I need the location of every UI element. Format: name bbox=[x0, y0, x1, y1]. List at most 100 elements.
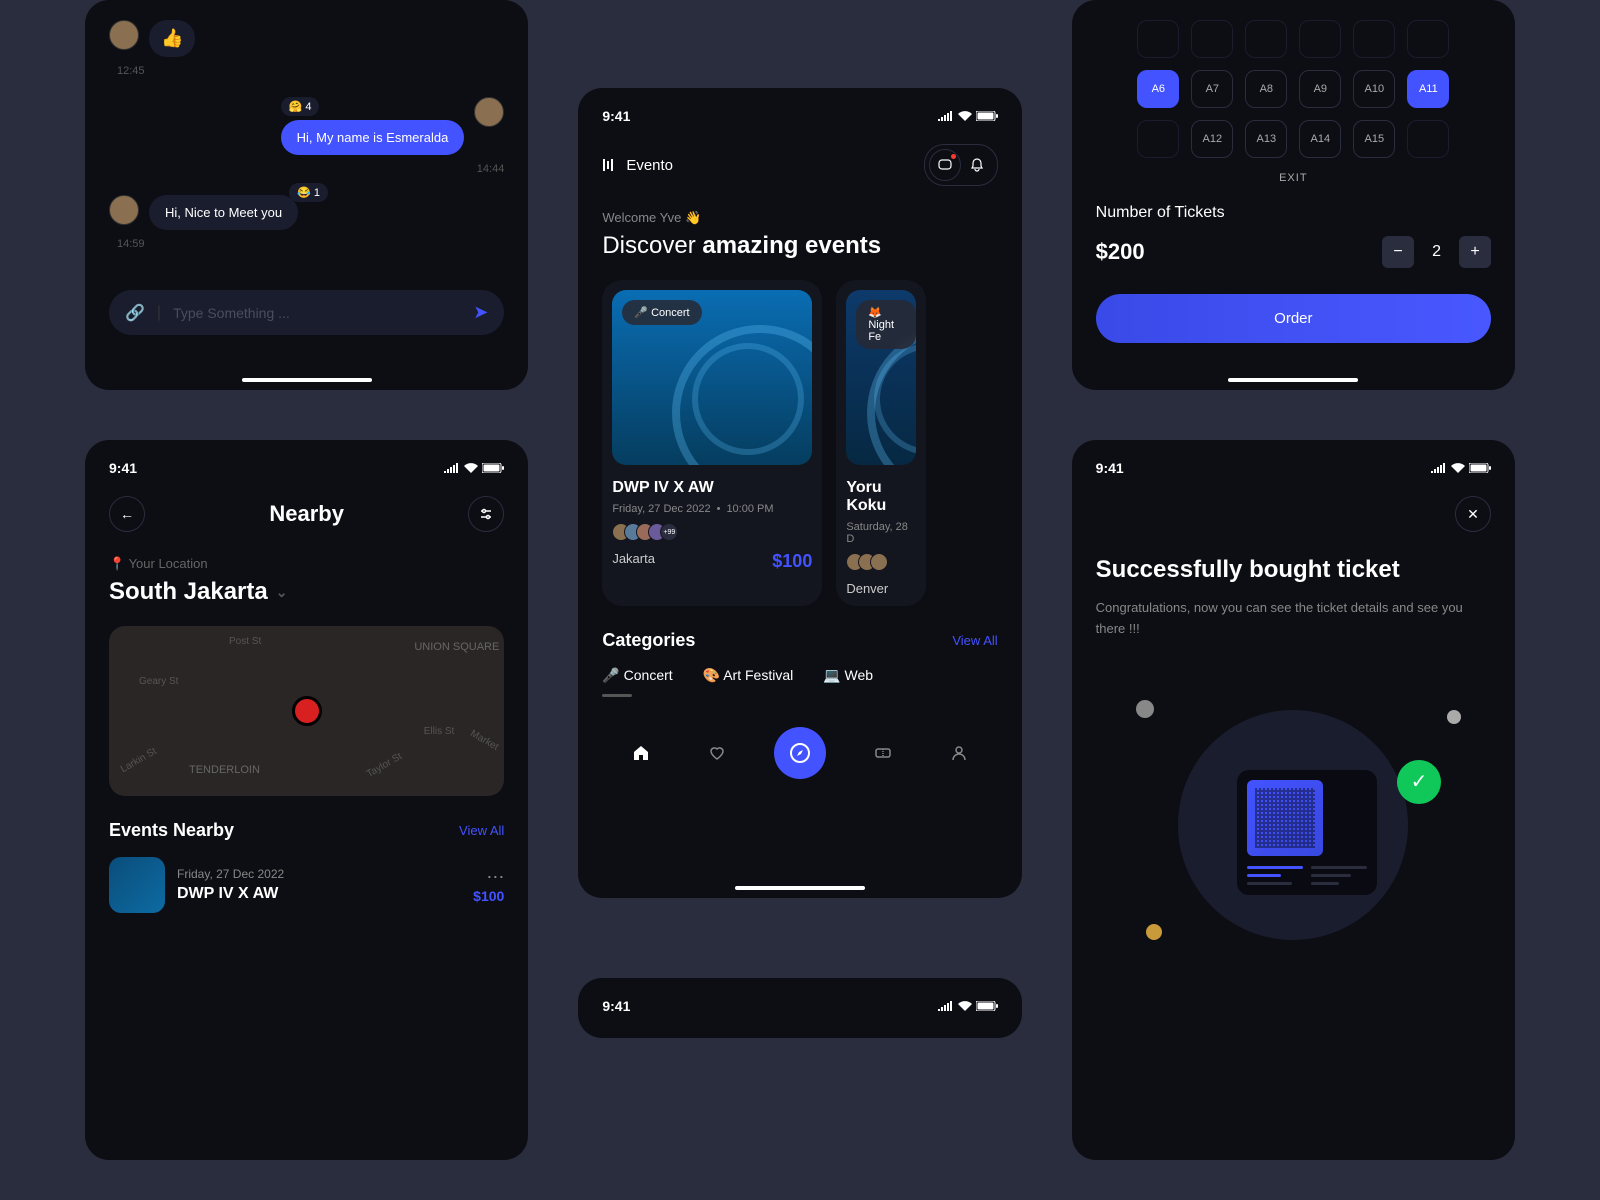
send-icon[interactable]: ➤ bbox=[473, 302, 488, 323]
nav-favorites[interactable] bbox=[697, 733, 737, 773]
seat-a7[interactable]: A7 bbox=[1191, 70, 1233, 108]
map[interactable]: Post St Geary St Ellis St Larkin St TEND… bbox=[109, 626, 504, 796]
section-title: Categories bbox=[602, 630, 695, 651]
attendee-avatars bbox=[846, 553, 916, 571]
seat bbox=[1137, 20, 1179, 58]
decrement-button[interactable]: − bbox=[1382, 236, 1414, 268]
discover-title: Discover amazing events bbox=[602, 232, 997, 260]
location-name[interactable]: South Jakarta ⌄ bbox=[109, 578, 504, 606]
event-image: 🦊 Night Fe bbox=[846, 290, 916, 465]
seat-grid: A6 A7 A8 A9 A10 A11 A12 A13 A14 A15 bbox=[1096, 20, 1491, 158]
timestamp: 12:45 bbox=[117, 65, 504, 77]
seat-a8[interactable]: A8 bbox=[1245, 70, 1287, 108]
brand: Evento bbox=[602, 157, 673, 174]
event-title: Yoru Koku bbox=[846, 479, 916, 515]
seats-screen: A6 A7 A8 A9 A10 A11 A12 A13 A14 A15 EXIT… bbox=[1072, 0, 1515, 390]
increment-button[interactable]: + bbox=[1459, 236, 1491, 268]
status-icons bbox=[444, 463, 504, 473]
seat-a10[interactable]: A10 bbox=[1353, 70, 1395, 108]
status-icons bbox=[1431, 463, 1491, 473]
event-list-item[interactable]: Friday, 27 Dec 2022 DWP IV X AW ⋯ $100 bbox=[109, 857, 504, 913]
location-label: 📍 Your Location bbox=[109, 556, 504, 572]
timestamp: 14:59 bbox=[117, 238, 504, 250]
messages-icon[interactable] bbox=[929, 149, 961, 181]
success-text: Congratulations, now you can see the tic… bbox=[1096, 598, 1491, 640]
seat bbox=[1137, 120, 1179, 158]
seat bbox=[1353, 20, 1395, 58]
filter-button[interactable] bbox=[468, 496, 504, 532]
nav-home[interactable] bbox=[621, 733, 661, 773]
check-icon: ✓ bbox=[1397, 760, 1441, 804]
qr-code-icon bbox=[1247, 780, 1323, 856]
order-button[interactable]: Order bbox=[1096, 294, 1491, 343]
status-icons bbox=[938, 111, 998, 121]
home-indicator bbox=[735, 886, 865, 890]
seat-a15[interactable]: A15 bbox=[1353, 120, 1395, 158]
decoration-orb bbox=[1146, 924, 1162, 940]
discover-screen: 9:41 Evento bbox=[578, 88, 1021, 898]
status-icons bbox=[938, 1001, 998, 1011]
ticket-illustration bbox=[1237, 770, 1377, 895]
nav-tickets[interactable] bbox=[863, 733, 903, 773]
page-title: Nearby bbox=[269, 501, 344, 527]
logo-icon bbox=[602, 157, 618, 173]
home-indicator bbox=[1228, 378, 1358, 382]
event-tag: 🦊 Night Fe bbox=[856, 300, 916, 349]
event-card[interactable]: 🦊 Night Fe Yoru Koku Saturday, 28 D Denv… bbox=[836, 280, 926, 606]
nav-profile[interactable] bbox=[939, 733, 979, 773]
event-price: $100 bbox=[772, 551, 812, 572]
input-placeholder: Type Something ... bbox=[173, 305, 461, 321]
avatar[interactable] bbox=[109, 195, 139, 225]
total-price: $200 bbox=[1096, 239, 1145, 265]
view-all-link[interactable]: View All bbox=[459, 823, 504, 838]
avatar[interactable] bbox=[474, 97, 504, 127]
seat-a12[interactable]: A12 bbox=[1191, 120, 1233, 158]
seat bbox=[1407, 120, 1449, 158]
event-name: DWP IV X AW bbox=[177, 885, 461, 903]
attachment-icon[interactable]: 🔗 bbox=[125, 303, 145, 323]
peek-screen: 9:41 bbox=[578, 978, 1021, 1038]
seat-a11[interactable]: A11 bbox=[1407, 70, 1449, 108]
close-button[interactable]: ✕ bbox=[1455, 496, 1491, 532]
home-indicator bbox=[242, 378, 372, 382]
success-title: Successfully bought ticket bbox=[1096, 556, 1491, 584]
seat bbox=[1191, 20, 1233, 58]
seat-a14[interactable]: A14 bbox=[1299, 120, 1341, 158]
seat-a13[interactable]: A13 bbox=[1245, 120, 1287, 158]
category-web[interactable]: 💻 Web bbox=[823, 667, 873, 684]
quantity-stepper: − 2 + bbox=[1382, 236, 1491, 268]
welcome-text: Welcome Yve 👋 bbox=[602, 210, 997, 226]
scroll-indicator bbox=[602, 694, 632, 697]
reaction-badge[interactable]: 🤗 4 bbox=[281, 97, 320, 116]
ticket-count-label: Number of Tickets bbox=[1096, 204, 1491, 222]
seat bbox=[1245, 20, 1287, 58]
message-input[interactable]: 🔗 | Type Something ... ➤ bbox=[109, 290, 504, 335]
status-bar: 9:41 bbox=[109, 460, 504, 476]
message-bubble: Hi, My name is Esmeralda bbox=[281, 120, 465, 155]
section-title: Events Nearby bbox=[109, 820, 234, 841]
more-icon[interactable]: ⋯ bbox=[473, 867, 504, 888]
bell-icon[interactable] bbox=[961, 149, 993, 181]
status-time: 9:41 bbox=[602, 108, 630, 124]
decoration-orb bbox=[1447, 710, 1461, 724]
seat bbox=[1299, 20, 1341, 58]
seat-a6[interactable]: A6 bbox=[1137, 70, 1179, 108]
success-screen: 9:41 ✕ Successfully bought ticket Congra… bbox=[1072, 440, 1515, 1160]
event-meta: Saturday, 28 D bbox=[846, 521, 916, 545]
bottom-nav bbox=[602, 727, 997, 779]
category-art[interactable]: 🎨 Art Festival bbox=[703, 667, 794, 684]
view-all-link[interactable]: View All bbox=[952, 633, 997, 648]
seat bbox=[1407, 20, 1449, 58]
status-time: 9:41 bbox=[1096, 460, 1124, 476]
category-concert[interactable]: 🎤 Concert bbox=[602, 667, 672, 684]
event-meta: Friday, 27 Dec 2022•10:00 PM bbox=[612, 503, 812, 515]
event-date: Friday, 27 Dec 2022 bbox=[177, 867, 461, 881]
nav-explore[interactable] bbox=[774, 727, 826, 779]
event-card[interactable]: 🎤 Concert DWP IV X AW Friday, 27 Dec 202… bbox=[602, 280, 822, 606]
nearby-screen: 9:41 ← Nearby 📍 Your Location South Jaka… bbox=[85, 440, 528, 1160]
seat-a9[interactable]: A9 bbox=[1299, 70, 1341, 108]
back-button[interactable]: ← bbox=[109, 496, 145, 532]
reaction-badge[interactable]: 😂 1 bbox=[289, 183, 328, 202]
avatar[interactable] bbox=[109, 20, 139, 50]
status-bar: 9:41 bbox=[602, 998, 997, 1014]
